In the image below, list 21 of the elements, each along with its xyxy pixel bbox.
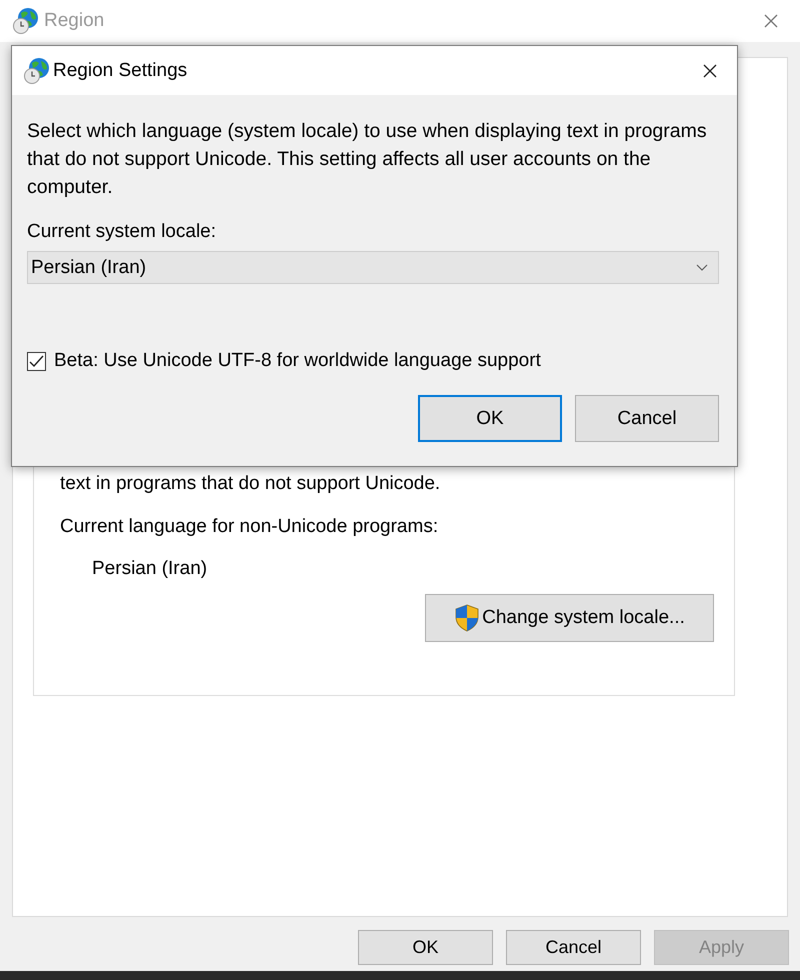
change-system-locale-button[interactable]: Change system locale...	[425, 594, 714, 642]
close-icon	[703, 64, 717, 78]
current-language-label: Current language for non-Unicode programs:	[60, 516, 440, 538]
chevron-down-icon	[696, 264, 708, 271]
dialog-button[interactable]: OK	[418, 395, 562, 442]
dialog-button[interactable]: Cancel	[575, 395, 719, 442]
close-icon	[764, 14, 778, 28]
checkbox[interactable]	[27, 352, 46, 370]
description-text: text in programs that do not support Unicode.	[60, 473, 442, 495]
globe-clock-icon	[12, 7, 40, 35]
locale-dropdown[interactable]: Persian (Iran)	[27, 251, 719, 284]
shield-icon	[454, 604, 480, 632]
globe-clock-icon	[23, 56, 51, 84]
window-title: Region	[44, 10, 104, 32]
dialog-button[interactable]: OK	[358, 930, 493, 965]
locale-label: Current system locale:	[27, 221, 218, 243]
dialog-button[interactable]: Cancel	[506, 930, 641, 965]
current-language-value: Persian (Iran)	[92, 558, 208, 580]
checkbox-label: Beta: Use Unicode UTF-8 for worldwide language support	[54, 350, 541, 372]
description-text: Select which language (system locale) to use when displaying text in programs that do not support Unicode. This setting affects all user accounts on the computer.	[27, 119, 708, 200]
dialog-title: Region Settings	[53, 60, 188, 82]
